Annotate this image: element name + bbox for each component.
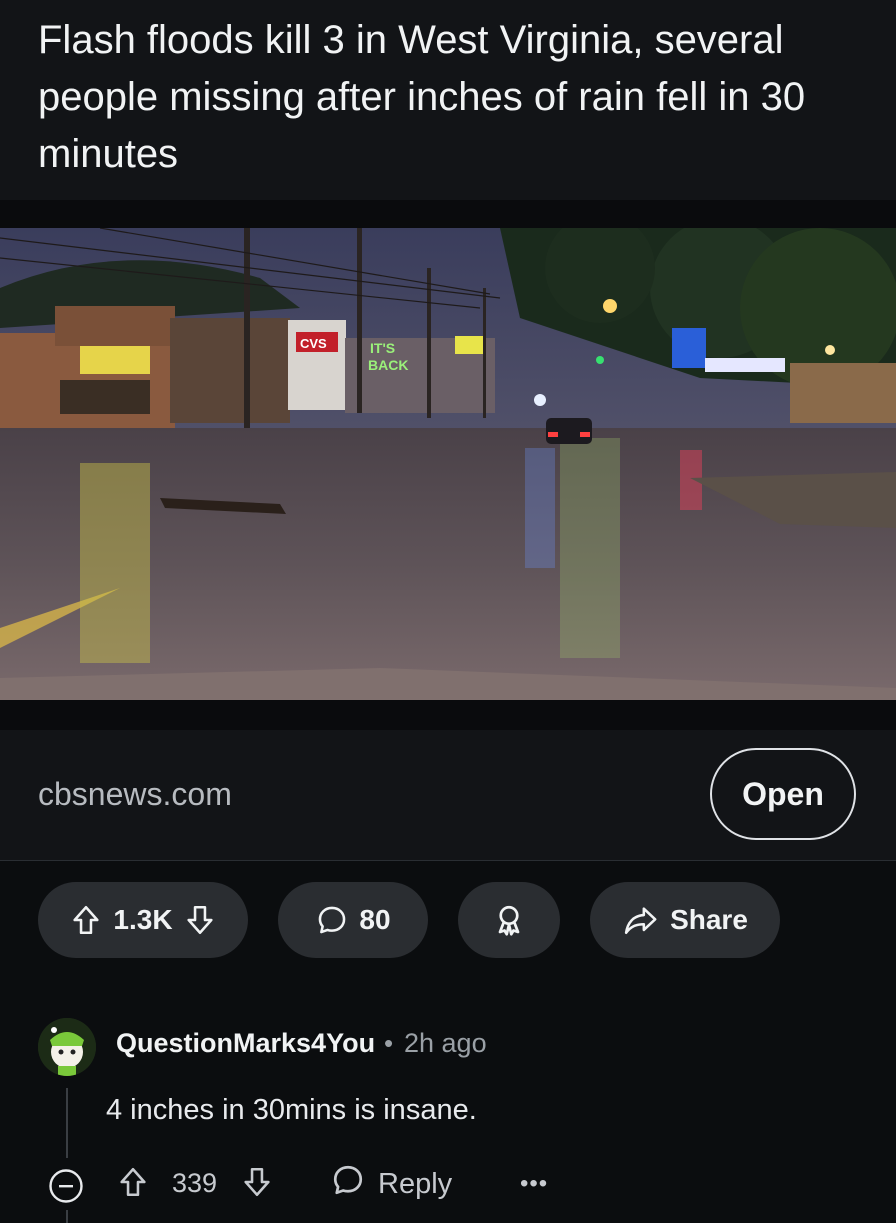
svg-text:IT'S: IT'S bbox=[370, 340, 395, 356]
post-title[interactable]: Flash floods kill 3 in West Virginia, se… bbox=[38, 12, 858, 183]
comment-bubble-icon bbox=[315, 903, 349, 937]
link-preview[interactable]: cbsnews.com Open bbox=[0, 730, 896, 861]
post-card: Flash floods kill 3 in West Virginia, se… bbox=[0, 0, 896, 861]
meta-separator: • bbox=[384, 1028, 394, 1058]
comment-body: 4 inches in 30mins is insane. bbox=[106, 1094, 477, 1126]
upvote-icon[interactable] bbox=[69, 903, 103, 937]
comments-button[interactable]: 80 bbox=[278, 882, 428, 958]
vote-bar: 1.3K bbox=[38, 882, 248, 958]
commenter-avatar[interactable] bbox=[38, 1018, 96, 1076]
open-link-button[interactable]: Open bbox=[710, 748, 856, 840]
collapse-thread-button[interactable] bbox=[48, 1168, 84, 1204]
reply-bubble-icon bbox=[330, 1162, 366, 1206]
comments-count: 80 bbox=[359, 904, 391, 935]
comment-upvote-icon[interactable] bbox=[116, 1165, 150, 1204]
comment-age: 2h ago bbox=[404, 1028, 487, 1058]
svg-text:BACK: BACK bbox=[368, 357, 408, 373]
thread-line-continuation bbox=[66, 1210, 68, 1223]
post-score: 1.3K bbox=[113, 904, 173, 935]
svg-text:CVS: CVS bbox=[300, 336, 327, 351]
post-image[interactable]: CVS IT'S BACK bbox=[0, 228, 896, 700]
downvote-icon[interactable] bbox=[183, 903, 217, 937]
comment-score: 339 bbox=[172, 1168, 218, 1198]
share-label: Share bbox=[670, 904, 748, 935]
comment: QuestionMarks4You • 2h ago 4 inches in 3… bbox=[0, 1010, 896, 1223]
comment-username[interactable]: QuestionMarks4You bbox=[116, 1028, 375, 1059]
award-button[interactable] bbox=[458, 882, 560, 958]
thread-line[interactable] bbox=[66, 1088, 68, 1158]
more-options-button[interactable]: ••• bbox=[520, 1170, 548, 1198]
comment-downvote-icon[interactable] bbox=[240, 1165, 274, 1204]
award-icon bbox=[491, 902, 527, 938]
share-arrow-icon bbox=[622, 903, 660, 937]
share-button[interactable]: Share bbox=[590, 882, 780, 958]
reply-button[interactable]: Reply bbox=[330, 1162, 452, 1206]
reply-label: Reply bbox=[378, 1167, 453, 1200]
link-domain[interactable]: cbsnews.com bbox=[38, 776, 232, 813]
